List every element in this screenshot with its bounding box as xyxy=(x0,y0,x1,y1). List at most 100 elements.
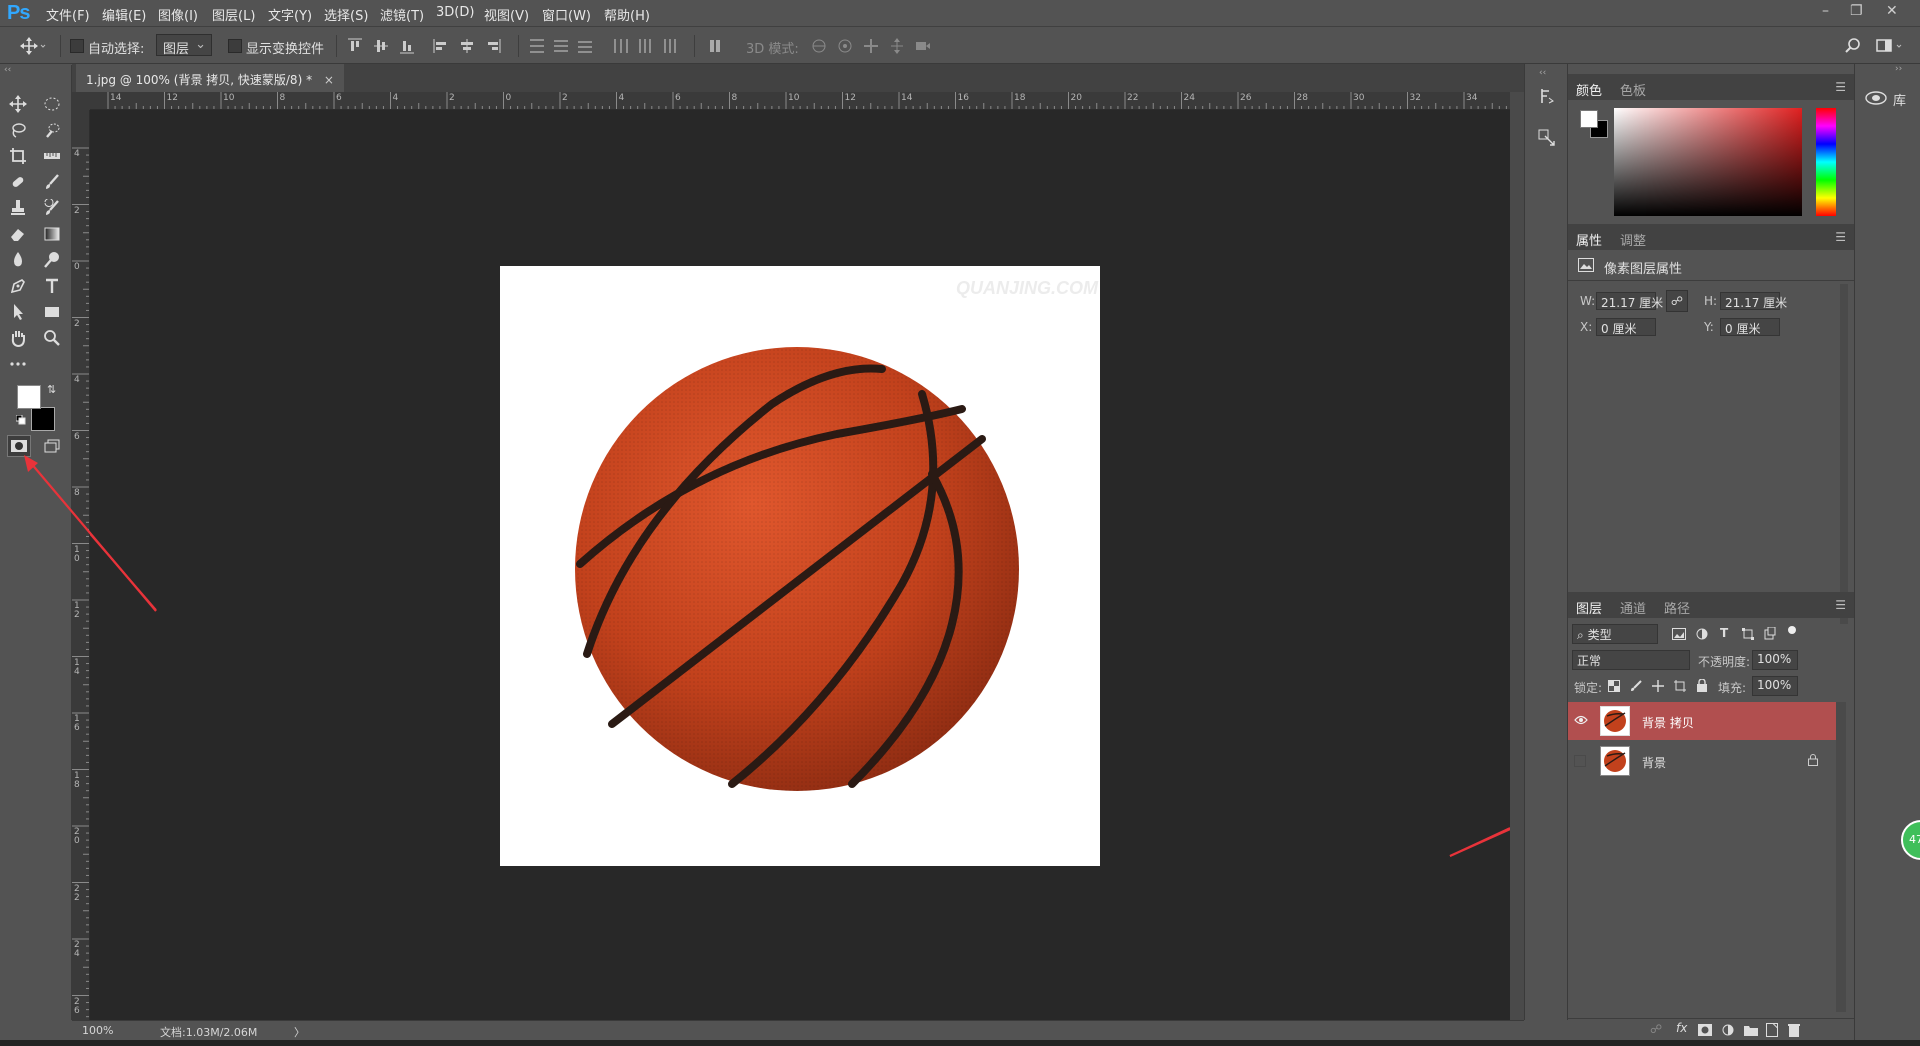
filter-toggle-icon[interactable] xyxy=(1788,626,1796,634)
properties-scrollbar[interactable] xyxy=(1840,284,1848,624)
properties-panel-menu-icon[interactable]: ☰ xyxy=(1835,230,1846,244)
tab-properties[interactable]: 属性 xyxy=(1576,230,1602,249)
quick-selection-tool-icon[interactable] xyxy=(40,119,64,141)
show-transform-checkbox[interactable] xyxy=(228,39,242,53)
distribute-top-icon[interactable] xyxy=(528,37,546,55)
dodge-tool-icon[interactable] xyxy=(40,249,64,271)
x-field[interactable]: 0 厘米 xyxy=(1596,318,1656,336)
distribute-left-icon[interactable] xyxy=(612,37,630,55)
actions-panel-icon[interactable] xyxy=(1537,128,1557,148)
filter-pixel-icon[interactable] xyxy=(1672,628,1686,640)
lock-transparency-icon[interactable] xyxy=(1608,680,1620,692)
auto-align-icon[interactable] xyxy=(706,37,724,55)
layer-filter-dropdown[interactable]: ⌕ 类型 xyxy=(1572,624,1658,644)
layers-scrollbar[interactable] xyxy=(1836,702,1846,1012)
close-tab-icon[interactable]: × xyxy=(324,73,334,87)
menu-window[interactable]: 窗口(W) xyxy=(542,5,591,24)
new-group-icon[interactable] xyxy=(1744,1024,1758,1036)
menu-edit[interactable]: 编辑(E) xyxy=(102,5,146,24)
expand-panels-icon[interactable]: ‹‹ xyxy=(1539,68,1546,78)
more-tools-icon[interactable] xyxy=(6,353,30,375)
menu-view[interactable]: 视图(V) xyxy=(484,5,529,24)
type-tool-icon[interactable] xyxy=(40,275,64,297)
align-left-icon[interactable] xyxy=(432,37,450,55)
layer-name[interactable]: 背景 xyxy=(1642,754,1666,771)
color-panel-menu-icon[interactable]: ☰ xyxy=(1835,80,1846,94)
lasso-tool-icon[interactable] xyxy=(6,119,30,141)
menu-layer[interactable]: 图层(L) xyxy=(212,5,255,24)
layer-row-background-copy[interactable]: 背景 拷贝 xyxy=(1568,702,1836,740)
pen-tool-icon[interactable] xyxy=(6,275,30,297)
distribute-hcenter-icon[interactable] xyxy=(636,37,654,55)
tab-layers[interactable]: 图层 xyxy=(1576,598,1602,617)
delete-layer-icon[interactable] xyxy=(1788,1023,1800,1037)
tab-channels[interactable]: 通道 xyxy=(1620,598,1646,617)
tab-paths[interactable]: 路径 xyxy=(1664,598,1690,617)
move-tool-icon[interactable] xyxy=(6,93,30,115)
document-tab[interactable]: 1.jpg @ 100% (背景 拷贝, 快速蒙版/8) * × xyxy=(76,64,344,92)
color-field[interactable] xyxy=(1614,108,1802,216)
hue-slider[interactable] xyxy=(1816,108,1836,216)
align-right-icon[interactable] xyxy=(484,37,502,55)
3d-pan-icon[interactable] xyxy=(862,37,880,55)
tab-swatches[interactable]: 色板 xyxy=(1620,80,1646,99)
libraries-icon[interactable] xyxy=(1865,90,1887,106)
crop-tool-icon[interactable] xyxy=(6,145,30,167)
workspace-icon[interactable] xyxy=(1876,37,1902,55)
foreground-color-swatch[interactable] xyxy=(17,385,41,409)
search-icon[interactable] xyxy=(1844,37,1862,55)
distribute-right-icon[interactable] xyxy=(660,37,678,55)
tab-adjustments[interactable]: 调整 xyxy=(1620,230,1646,249)
auto-select-dropdown[interactable]: 图层 ⌄ xyxy=(156,34,212,57)
opacity-field[interactable]: 100% xyxy=(1752,650,1798,670)
width-field[interactable]: 21.17 厘米 xyxy=(1596,292,1663,310)
background-color-swatch[interactable] xyxy=(31,407,55,431)
link-dimensions-icon[interactable]: ☍ xyxy=(1666,290,1688,312)
new-adjustment-layer-icon[interactable] xyxy=(1722,1024,1734,1036)
lock-pixels-icon[interactable] xyxy=(1630,680,1642,692)
layer-visibility-eye-icon[interactable] xyxy=(1574,715,1588,725)
eraser-tool-icon[interactable] xyxy=(6,223,30,245)
3d-scale-icon[interactable] xyxy=(914,37,932,55)
healing-brush-tool-icon[interactable] xyxy=(6,171,30,193)
layer-visibility-toggle[interactable] xyxy=(1574,755,1586,767)
auto-select-checkbox[interactable] xyxy=(70,39,84,53)
brush-tool-icon[interactable] xyxy=(40,171,64,193)
filter-smart-object-icon[interactable] xyxy=(1764,627,1776,640)
distribute-vcenter-icon[interactable] xyxy=(552,37,570,55)
hand-tool-icon[interactable] xyxy=(6,327,30,349)
add-mask-icon[interactable] xyxy=(1698,1024,1712,1036)
new-layer-icon[interactable] xyxy=(1766,1023,1778,1037)
3d-orbit-icon[interactable] xyxy=(810,37,828,55)
link-layers-icon[interactable]: ☍ xyxy=(1650,1022,1662,1036)
restore-icon[interactable]: ❐ xyxy=(1850,3,1863,19)
marquee-tool-icon[interactable] xyxy=(40,93,64,115)
menu-select[interactable]: 选择(S) xyxy=(324,5,368,24)
notification-badge[interactable]: 47 xyxy=(1901,820,1920,860)
libraries-label[interactable]: 库 xyxy=(1893,90,1906,109)
lock-all-icon[interactable] xyxy=(1696,679,1708,692)
tab-color[interactable]: 颜色 xyxy=(1576,80,1602,99)
align-bottom-icon[interactable] xyxy=(398,37,416,55)
vertical-scrollbar[interactable] xyxy=(1510,92,1524,1020)
menu-filter[interactable]: 滤镜(T) xyxy=(380,5,424,24)
height-field[interactable]: 21.17 厘米 xyxy=(1720,292,1787,310)
quick-mask-icon[interactable] xyxy=(7,435,31,457)
gradient-tool-icon[interactable] xyxy=(40,223,64,245)
history-brush-tool-icon[interactable] xyxy=(40,197,64,219)
align-top-icon[interactable] xyxy=(346,37,364,55)
layer-name[interactable]: 背景 拷贝 xyxy=(1642,714,1694,731)
clone-stamp-tool-icon[interactable] xyxy=(6,197,30,219)
lock-position-icon[interactable] xyxy=(1652,680,1664,692)
collapse-strip-icon[interactable]: ›› xyxy=(1895,64,1902,74)
filter-shape-icon[interactable] xyxy=(1742,628,1754,640)
menu-file[interactable]: 文件(F) xyxy=(46,5,90,24)
layer-style-icon[interactable]: fx xyxy=(1676,1021,1687,1035)
menu-image[interactable]: 图像(I) xyxy=(158,5,198,24)
blur-tool-icon[interactable] xyxy=(6,249,30,271)
toolbar-collapse-icon[interactable]: ‹‹ xyxy=(4,65,11,75)
blend-mode-dropdown[interactable]: 正常 xyxy=(1572,650,1690,670)
canvas-area[interactable]: QUANJING.COM xyxy=(90,110,1510,1020)
distribute-bottom-icon[interactable] xyxy=(576,37,594,55)
screen-mode-icon[interactable] xyxy=(40,435,64,457)
